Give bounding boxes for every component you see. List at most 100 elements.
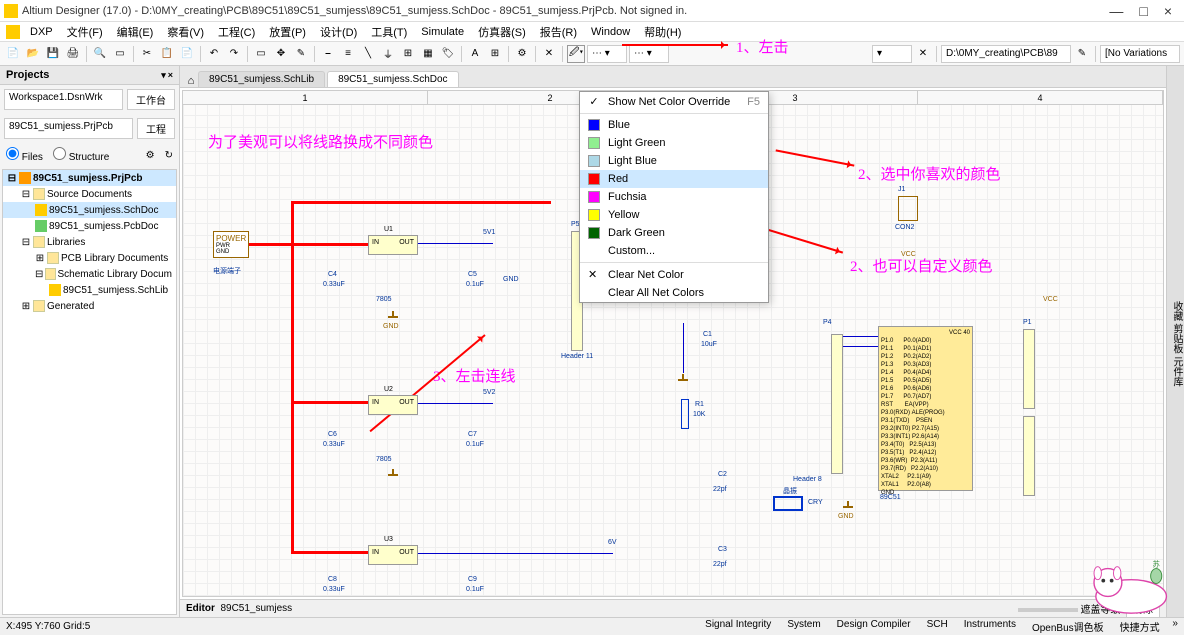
power-connector[interactable]: POWER PWR GND <box>213 231 249 258</box>
footer-tab[interactable]: Editor <box>186 603 215 614</box>
tree-pcbdoc[interactable]: 89C51_sumjess.PcbDoc <box>3 218 176 234</box>
zoom-area-button[interactable]: ▭ <box>111 45 129 63</box>
panel-menu-icon[interactable]: ▾ <box>161 70 166 81</box>
port-button[interactable]: 🏷 <box>439 45 457 63</box>
u2-chip[interactable]: U2 IN OUT <box>368 395 418 415</box>
status-tab-shortcut[interactable]: 快捷方式 <box>1114 618 1166 635</box>
workspace-combo[interactable]: Workspace1.DsnWrk <box>4 89 123 110</box>
mask2-combo[interactable]: ⋯ ▾ <box>629 45 669 63</box>
dd-blue[interactable]: Blue <box>580 116 768 134</box>
refresh-icon[interactable]: ↻ <box>165 150 173 161</box>
cross-button[interactable]: ✕ <box>540 45 558 63</box>
home-tab-icon[interactable]: ⌂ <box>184 75 198 87</box>
save-button[interactable]: 💾 <box>44 45 62 63</box>
schematic-canvas[interactable]: 1 2 3 4 为了美观可以将线路换成不同颜色 3、左击连线 POWER PWR… <box>182 90 1164 597</box>
dd-yellow[interactable]: Yellow <box>580 206 768 224</box>
path-combo[interactable]: D:\0MY_creating\PCB\89 <box>941 45 1071 63</box>
minimize-button[interactable]: — <box>1109 3 1123 19</box>
dd-red[interactable]: Red <box>580 170 768 188</box>
menu-place[interactable]: 放置(P) <box>263 22 312 42</box>
status-tab-sch[interactable]: SCH <box>921 618 954 635</box>
print-button[interactable]: 🖨 <box>64 45 82 63</box>
tree-source-docs[interactable]: ⊟Source Documents <box>3 186 176 202</box>
dd-custom[interactable]: Custom... <box>580 242 768 260</box>
crystal[interactable] <box>773 496 803 511</box>
wire-red-v[interactable] <box>291 201 294 551</box>
style-combo[interactable]: ▾ <box>872 45 912 63</box>
select-button[interactable]: ▭ <box>252 45 270 63</box>
menu-help[interactable]: 帮助(H) <box>638 22 687 42</box>
zoom-fit-button[interactable]: 🔍 <box>91 45 109 63</box>
dd-fuchsia[interactable]: Fuchsia <box>580 188 768 206</box>
menu-design[interactable]: 设计(D) <box>314 22 363 42</box>
netcolor-button[interactable]: 🖉▾ <box>567 45 585 63</box>
redo-button[interactable]: ↷ <box>225 45 243 63</box>
undo-button[interactable]: ↶ <box>205 45 223 63</box>
power-button[interactable]: ⏚ <box>379 45 397 63</box>
tab-schdoc[interactable]: 89C51_sumjess.SchDoc <box>327 71 459 87</box>
wire-u1-out[interactable] <box>418 243 493 244</box>
new-button[interactable]: 📄 <box>4 45 22 63</box>
tree-schdoc[interactable]: 89C51_sumjess.SchDoc <box>3 202 176 218</box>
p4-header[interactable] <box>831 334 843 474</box>
p1-connector[interactable] <box>1023 329 1035 409</box>
j1-body[interactable] <box>898 196 918 221</box>
menu-simulate[interactable]: Simulate <box>415 24 470 40</box>
net-button[interactable]: ╲ <box>359 45 377 63</box>
tree-project-root[interactable]: ⊟89C51_sumjess.PrjPcb <box>3 170 176 186</box>
bus-wire-2[interactable] <box>843 346 878 347</box>
menu-simulator[interactable]: 仿真器(S) <box>472 22 532 42</box>
status-tab-openbus[interactable]: OpenBus调色板 <box>1026 618 1110 635</box>
x-button[interactable]: ✕ <box>914 45 932 63</box>
wire-u3-out[interactable] <box>418 553 613 554</box>
menu-dxp[interactable]: DXP <box>24 24 59 40</box>
status-tab-system[interactable]: System <box>781 618 826 635</box>
u1-chip[interactable]: U1 IN OUT <box>368 235 418 255</box>
dd-lblue[interactable]: Light Blue <box>580 152 768 170</box>
dd-clear[interactable]: ✕Clear Net Color <box>580 265 768 284</box>
project-tree[interactable]: ⊟89C51_sumjess.PrjPcb ⊟Source Documents … <box>2 169 177 615</box>
menu-report[interactable]: 报告(R) <box>534 22 583 42</box>
radio-files[interactable]: Files <box>6 147 43 163</box>
wire-red[interactable] <box>291 201 551 204</box>
pencil-icon[interactable]: ✎ <box>1073 45 1091 63</box>
tab-schlib[interactable]: 89C51_sumjess.SchLib <box>198 71 325 87</box>
wire-button[interactable]: ⎯ <box>319 45 337 63</box>
workspace-button[interactable]: 工作台 <box>127 89 175 110</box>
wire-c1[interactable] <box>683 323 684 373</box>
gear-icon[interactable]: ⚙ <box>146 150 155 161</box>
status-tab-si[interactable]: Signal Integrity <box>699 618 777 635</box>
project-combo[interactable]: 89C51_sumjess.PrjPcb <box>4 118 133 139</box>
mask-combo[interactable]: ⋯ ▾ <box>587 45 627 63</box>
dd-show-override[interactable]: ✓ Show Net Color Override F5 <box>580 92 768 111</box>
part-button[interactable]: ⊞ <box>399 45 417 63</box>
text-button[interactable]: A <box>466 45 484 63</box>
panel-close-icon[interactable]: × <box>168 70 173 81</box>
wire-red-2[interactable] <box>248 243 368 246</box>
side-tabs[interactable]: 收藏 剪贴板 元件库 <box>1166 66 1184 617</box>
wire-u2-out[interactable] <box>418 403 493 404</box>
wire-red-4[interactable] <box>291 551 371 554</box>
dd-dgreen[interactable]: Dark Green <box>580 224 768 242</box>
variations-combo[interactable]: [No Variations <box>1100 45 1180 63</box>
project-button[interactable]: 工程 <box>137 118 175 139</box>
dxp-icon[interactable] <box>6 25 20 39</box>
menu-tools[interactable]: 工具(T) <box>365 22 413 42</box>
u3-chip[interactable]: U3 IN OUT <box>368 545 418 565</box>
paste-button[interactable]: 📄 <box>178 45 196 63</box>
bus-wire[interactable] <box>843 336 878 337</box>
array-button[interactable]: ⊞ <box>486 45 504 63</box>
status-tab-dc[interactable]: Design Compiler <box>831 618 917 635</box>
p1b-connector[interactable] <box>1023 416 1035 496</box>
status-help-icon[interactable]: » <box>1170 618 1178 635</box>
menu-window[interactable]: Window <box>585 24 636 40</box>
tree-generated[interactable]: ⊞Generated <box>3 298 176 314</box>
open-button[interactable]: 📂 <box>24 45 42 63</box>
menu-project[interactable]: 工程(C) <box>212 22 261 42</box>
dd-clearall[interactable]: Clear All Net Colors <box>580 284 768 302</box>
sheet-button[interactable]: ▦ <box>419 45 437 63</box>
r1-body[interactable] <box>681 399 689 429</box>
cut-button[interactable]: ✂ <box>138 45 156 63</box>
maximize-button[interactable]: □ <box>1139 3 1147 19</box>
menu-view[interactable]: 察看(V) <box>161 22 210 42</box>
